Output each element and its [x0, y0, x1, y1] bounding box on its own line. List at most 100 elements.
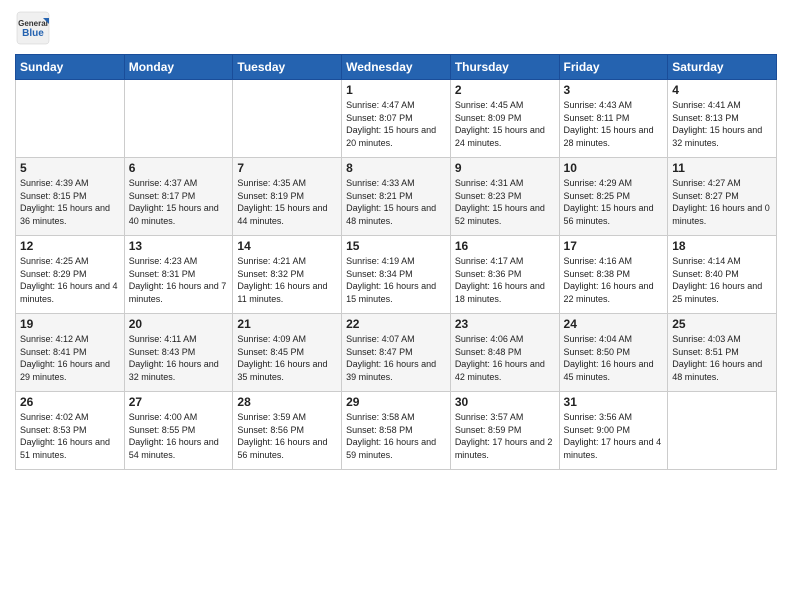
day-number: 29 — [346, 395, 446, 409]
calendar-cell: 1 Sunrise: 4:47 AM Sunset: 8:07 PM Daylig… — [342, 80, 451, 158]
calendar-cell: 5 Sunrise: 4:39 AM Sunset: 8:15 PM Daylig… — [16, 158, 125, 236]
calendar-cell — [124, 80, 233, 158]
calendar-cell: 27 Sunrise: 4:00 AM Sunset: 8:55 PM Dayli… — [124, 392, 233, 470]
day-info: Sunrise: 4:31 AM Sunset: 8:23 PM Dayligh… — [455, 177, 555, 227]
calendar-week-5: 26Sunrise: 4:02 AM Sunset: 8:53 PM Dayli… — [16, 392, 777, 470]
calendar-cell: 22 Sunrise: 4:07 AM Sunset: 8:47 PM Dayli… — [342, 314, 451, 392]
day-info: Sunrise: 4:35 AM Sunset: 8:19 PM Dayligh… — [237, 177, 337, 227]
day-number: 3 — [564, 83, 664, 97]
day-info: Sunrise: 4:19 AM Sunset: 8:34 PM Dayligh… — [346, 255, 446, 305]
day-info: Sunrise: 4:39 AM Sunset: 8:15 PM Dayligh… — [20, 177, 120, 227]
day-number: 26 — [20, 395, 120, 409]
calendar-cell: 12 Sunrise: 4:25 AM Sunset: 8:29 PM Dayli… — [16, 236, 125, 314]
calendar-cell: 30Sunrise: 3:57 AM Sunset: 8:59 PM Dayli… — [450, 392, 559, 470]
day-info: Sunrise: 4:12 AM Sunset: 8:41 PM Dayligh… — [20, 333, 120, 383]
calendar-cell: 6Sunrise: 4:37 AM Sunset: 8:17 PM Daylig… — [124, 158, 233, 236]
calendar-cell — [668, 392, 777, 470]
day-number: 25 — [672, 317, 772, 331]
day-info: Sunrise: 4:07 AM Sunset: 8:47 PM Dayligh… — [346, 333, 446, 383]
day-number: 27 — [129, 395, 229, 409]
calendar-cell: 28Sunrise: 3:59 AM Sunset: 8:56 PM Dayli… — [233, 392, 342, 470]
day-number: 31 — [564, 395, 664, 409]
col-sunday: Sunday — [16, 55, 125, 80]
calendar-table: Sunday Monday Tuesday Wednesday Thursday… — [15, 54, 777, 470]
calendar-cell: 26Sunrise: 4:02 AM Sunset: 8:53 PM Dayli… — [16, 392, 125, 470]
header: General Blue — [15, 10, 777, 46]
day-number: 12 — [20, 239, 120, 253]
col-wednesday: Wednesday — [342, 55, 451, 80]
day-info: Sunrise: 4:21 AM Sunset: 8:32 PM Dayligh… — [237, 255, 337, 305]
day-info: Sunrise: 4:37 AM Sunset: 8:17 PM Dayligh… — [129, 177, 229, 227]
calendar-cell: 16 Sunrise: 4:17 AM Sunset: 8:36 PM Dayli… — [450, 236, 559, 314]
day-info: Sunrise: 3:57 AM Sunset: 8:59 PM Dayligh… — [455, 411, 555, 461]
calendar-cell: 13 Sunrise: 4:23 AM Sunset: 8:31 PM Dayli… — [124, 236, 233, 314]
day-info: Sunrise: 4:03 AM Sunset: 8:51 PM Dayligh… — [672, 333, 772, 383]
calendar-cell: 18Sunrise: 4:14 AM Sunset: 8:40 PM Dayli… — [668, 236, 777, 314]
day-number: 8 — [346, 161, 446, 175]
day-number: 9 — [455, 161, 555, 175]
day-info: Sunrise: 3:56 AM Sunset: 9:00 PM Dayligh… — [564, 411, 664, 461]
day-info: Sunrise: 4:04 AM Sunset: 8:50 PM Dayligh… — [564, 333, 664, 383]
calendar-cell — [16, 80, 125, 158]
day-info: Sunrise: 4:45 AM Sunset: 8:09 PM Dayligh… — [455, 99, 555, 149]
calendar-cell: 20Sunrise: 4:11 AM Sunset: 8:43 PM Dayli… — [124, 314, 233, 392]
page: General Blue Sunday Monday Tuesday Wedne… — [0, 0, 792, 612]
day-number: 24 — [564, 317, 664, 331]
calendar-cell: 21 Sunrise: 4:09 AM Sunset: 8:45 PM Dayli… — [233, 314, 342, 392]
day-info: Sunrise: 4:00 AM Sunset: 8:55 PM Dayligh… — [129, 411, 229, 461]
day-info: Sunrise: 3:58 AM Sunset: 8:58 PM Dayligh… — [346, 411, 446, 461]
col-saturday: Saturday — [668, 55, 777, 80]
day-number: 13 — [129, 239, 229, 253]
calendar-week-4: 19 Sunrise: 4:12 AM Sunset: 8:41 PM Dayli… — [16, 314, 777, 392]
svg-text:Blue: Blue — [22, 28, 44, 39]
col-thursday: Thursday — [450, 55, 559, 80]
calendar-cell: 11Sunrise: 4:27 AM Sunset: 8:27 PM Dayli… — [668, 158, 777, 236]
day-number: 19 — [20, 317, 120, 331]
calendar-week-2: 5 Sunrise: 4:39 AM Sunset: 8:15 PM Daylig… — [16, 158, 777, 236]
day-info: Sunrise: 4:11 AM Sunset: 8:43 PM Dayligh… — [129, 333, 229, 383]
day-number: 16 — [455, 239, 555, 253]
day-number: 1 — [346, 83, 446, 97]
calendar-cell: 2 Sunrise: 4:45 AM Sunset: 8:09 PM Daylig… — [450, 80, 559, 158]
calendar-cell: 15Sunrise: 4:19 AM Sunset: 8:34 PM Dayli… — [342, 236, 451, 314]
calendar-cell: 3 Sunrise: 4:43 AM Sunset: 8:11 PM Daylig… — [559, 80, 668, 158]
calendar-cell: 14 Sunrise: 4:21 AM Sunset: 8:32 PM Dayli… — [233, 236, 342, 314]
calendar-week-1: 1 Sunrise: 4:47 AM Sunset: 8:07 PM Daylig… — [16, 80, 777, 158]
calendar-cell: 10 Sunrise: 4:29 AM Sunset: 8:25 PM Dayli… — [559, 158, 668, 236]
svg-text:General: General — [18, 19, 48, 28]
day-number: 28 — [237, 395, 337, 409]
day-number: 2 — [455, 83, 555, 97]
day-info: Sunrise: 4:47 AM Sunset: 8:07 PM Dayligh… — [346, 99, 446, 149]
calendar-cell: 23Sunrise: 4:06 AM Sunset: 8:48 PM Dayli… — [450, 314, 559, 392]
calendar-week-3: 12 Sunrise: 4:25 AM Sunset: 8:29 PM Dayli… — [16, 236, 777, 314]
calendar-cell: 29 Sunrise: 3:58 AM Sunset: 8:58 PM Dayli… — [342, 392, 451, 470]
logo: General Blue — [15, 10, 51, 46]
day-number: 4 — [672, 83, 772, 97]
calendar-cell: 7 Sunrise: 4:35 AM Sunset: 8:19 PM Daylig… — [233, 158, 342, 236]
day-info: Sunrise: 4:17 AM Sunset: 8:36 PM Dayligh… — [455, 255, 555, 305]
calendar-cell: 8 Sunrise: 4:33 AM Sunset: 8:21 PM Daylig… — [342, 158, 451, 236]
day-number: 10 — [564, 161, 664, 175]
day-info: Sunrise: 4:41 AM Sunset: 8:13 PM Dayligh… — [672, 99, 772, 149]
calendar-cell: 25 Sunrise: 4:03 AM Sunset: 8:51 PM Dayli… — [668, 314, 777, 392]
calendar-header-row: Sunday Monday Tuesday Wednesday Thursday… — [16, 55, 777, 80]
day-info: Sunrise: 4:23 AM Sunset: 8:31 PM Dayligh… — [129, 255, 229, 305]
day-info: Sunrise: 4:14 AM Sunset: 8:40 PM Dayligh… — [672, 255, 772, 305]
day-info: Sunrise: 4:33 AM Sunset: 8:21 PM Dayligh… — [346, 177, 446, 227]
day-number: 5 — [20, 161, 120, 175]
logo-icon: General Blue — [15, 10, 51, 46]
day-number: 11 — [672, 161, 772, 175]
day-number: 22 — [346, 317, 446, 331]
day-info: Sunrise: 4:29 AM Sunset: 8:25 PM Dayligh… — [564, 177, 664, 227]
day-number: 21 — [237, 317, 337, 331]
day-number: 14 — [237, 239, 337, 253]
col-friday: Friday — [559, 55, 668, 80]
calendar-cell: 4 Sunrise: 4:41 AM Sunset: 8:13 PM Daylig… — [668, 80, 777, 158]
day-info: Sunrise: 4:43 AM Sunset: 8:11 PM Dayligh… — [564, 99, 664, 149]
day-info: Sunrise: 4:06 AM Sunset: 8:48 PM Dayligh… — [455, 333, 555, 383]
day-number: 7 — [237, 161, 337, 175]
calendar-cell: 24 Sunrise: 4:04 AM Sunset: 8:50 PM Dayli… — [559, 314, 668, 392]
calendar-cell: 17Sunrise: 4:16 AM Sunset: 8:38 PM Dayli… — [559, 236, 668, 314]
day-info: Sunrise: 4:09 AM Sunset: 8:45 PM Dayligh… — [237, 333, 337, 383]
day-info: Sunrise: 4:25 AM Sunset: 8:29 PM Dayligh… — [20, 255, 120, 305]
